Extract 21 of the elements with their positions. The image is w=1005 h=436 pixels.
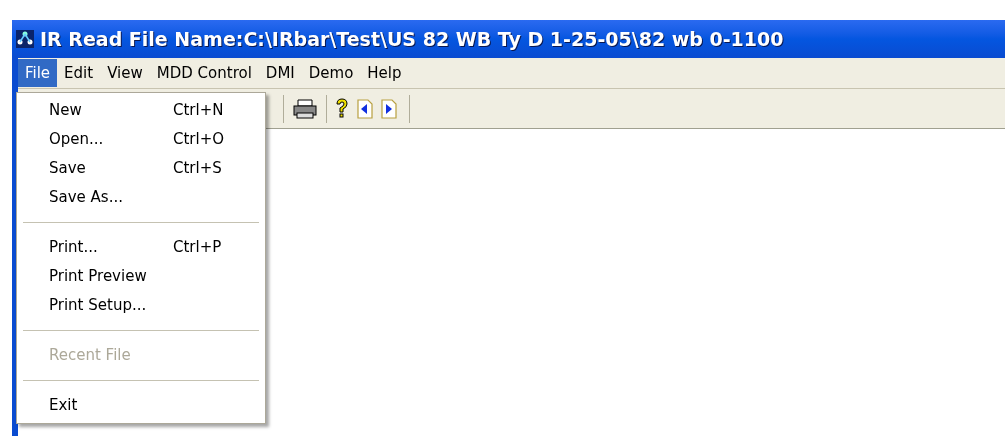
menu-item[interactable]: Demo (301, 59, 361, 87)
menu-entry[interactable]: Print Setup... (17, 291, 265, 320)
menu-item[interactable]: DMI (258, 59, 302, 87)
menu-item[interactable]: MDD Control (149, 59, 259, 87)
previous-page-icon[interactable] (357, 98, 373, 119)
window-title: IR Read File Name:C:\IRbar\Test\US 82 WB Ty D 1-25-05\82 wb 0-1100 (40, 26, 784, 52)
next-page-icon[interactable] (381, 98, 397, 119)
menu-entry[interactable]: Save Ctrl+S (17, 154, 265, 183)
menu-entry[interactable]: New Ctrl+N (17, 96, 265, 125)
menu-entry[interactable]: Exit (17, 391, 265, 420)
printer-icon[interactable] (292, 97, 318, 120)
menu-item[interactable]: Edit (57, 59, 101, 87)
menu-entry[interactable]: Open... Ctrl+O (17, 125, 265, 154)
menu-entry[interactable]: Print Preview (17, 262, 265, 291)
menu-entry[interactable]: Print... Ctrl+P (17, 233, 265, 262)
menu-entry[interactable]: Save As... (17, 183, 265, 212)
menu-item[interactable]: File (18, 59, 58, 87)
menu-item[interactable]: Help (360, 59, 409, 87)
app-icon (16, 30, 34, 48)
help-icon[interactable] (335, 97, 349, 120)
menu-item[interactable]: View (100, 59, 150, 87)
